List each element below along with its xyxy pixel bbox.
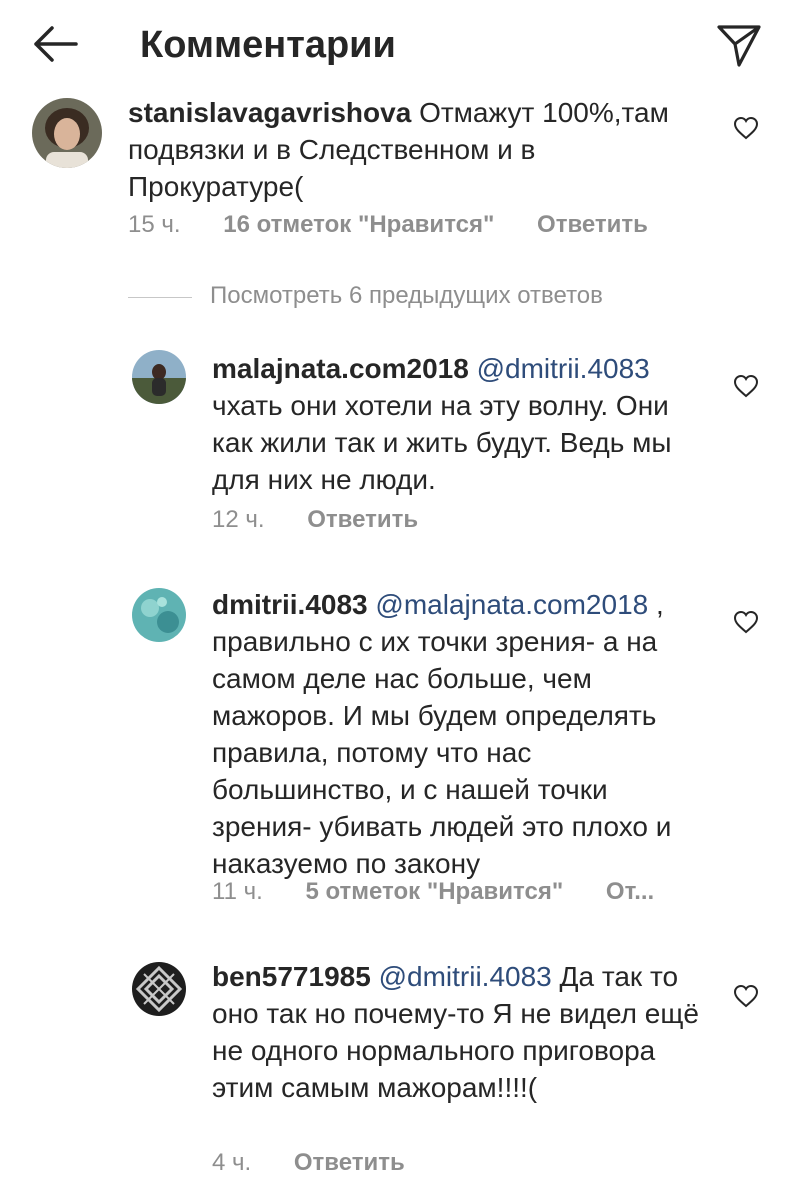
comment-text: ben5771985 @dmitrii.4083 Да так то оно т… [212,958,712,1106]
comment-text: dmitrii.4083 @malajnata.com2018 , правил… [212,586,712,882]
avatar[interactable] [32,98,102,168]
reply-button[interactable]: Ответить [537,210,648,240]
comment-mention[interactable]: @malajnata.com2018 [375,589,648,620]
avatar[interactable] [132,588,186,642]
comment-time: 12 ч. [212,506,265,533]
comment-time: 15 ч. [128,211,181,238]
comment-time: 11 ч. [212,878,263,905]
comment-mention[interactable]: @dmitrii.4083 [379,961,552,992]
comment-username[interactable]: ben5771985 [212,961,371,992]
comment-meta: 12 ч. Ответить [212,505,418,535]
heart-outline-icon[interactable] [733,116,759,140]
reply-button[interactable]: Ответить [294,1148,405,1178]
paper-plane-icon[interactable] [716,22,762,68]
reply-button[interactable]: От... [606,877,654,907]
avatar[interactable] [132,962,186,1016]
comment-meta: 4 ч. Ответить [212,1148,405,1178]
heart-outline-icon[interactable] [733,610,759,634]
comment-text: malajnata.com2018 @dmitrii.4083 чхать он… [212,350,712,498]
heart-outline-icon[interactable] [733,374,759,398]
comment-username[interactable]: malajnata.com2018 [212,353,469,384]
comment-username[interactable]: dmitrii.4083 [212,589,368,620]
avatar[interactable] [132,350,186,404]
divider-line [128,297,192,298]
header: Комментарии [0,0,800,92]
comment-text: stanislavagavrishova Отмажут 100%,там по… [128,94,708,205]
comment-body: , правильно с их точки зрения- а на само… [212,589,672,879]
likes-count[interactable]: 16 отметок "Нравится" [223,210,494,240]
heart-outline-icon[interactable] [733,984,759,1008]
comment-mention[interactable]: @dmitrii.4083 [477,353,650,384]
comment-meta: 11 ч. 5 отметок "Нравится" От... [212,877,654,907]
page-title: Комментарии [140,24,396,66]
comment-meta: 15 ч. 16 отметок "Нравится" Ответить [128,210,648,240]
comment-body: чхать они хотели на эту волну. Они как ж… [212,390,672,495]
comment-time: 4 ч. [212,1149,252,1176]
likes-count[interactable]: 5 отметок "Нравится" [305,877,563,907]
reply-button[interactable]: Ответить [307,505,418,535]
comment-username[interactable]: stanislavagavrishova [128,97,411,128]
back-arrow-icon[interactable] [30,24,78,64]
view-replies-label[interactable]: Посмотреть 6 предыдущих ответов [210,282,603,310]
